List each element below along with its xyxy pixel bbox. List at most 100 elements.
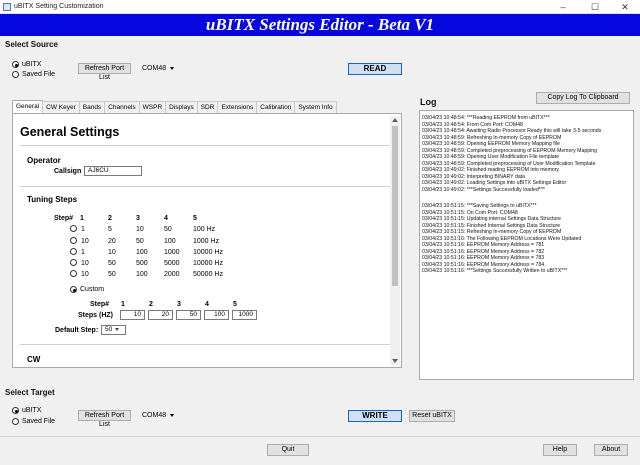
preset-value: 10 xyxy=(136,226,144,233)
tab-cw-keyer[interactable]: CW Keyer xyxy=(42,101,80,113)
step-number-label: Step# xyxy=(54,215,74,222)
radio-empty-icon xyxy=(70,225,77,232)
preset-value: 100 xyxy=(136,249,148,256)
preset-radio-4[interactable] xyxy=(70,259,77,266)
custom-step-input-1[interactable]: 10 xyxy=(120,310,145,320)
preset-value: 50 xyxy=(136,238,144,245)
source-refresh-port-button[interactable]: Refresh Port List xyxy=(78,63,131,81)
source-option-label: Saved File xyxy=(22,71,56,78)
custom-step-input-5[interactable]: 1000 xyxy=(232,310,257,320)
preset-value: 10 xyxy=(81,271,89,278)
log-line: 03/04/23 10:49:02: ***Settings Successfu… xyxy=(422,186,545,193)
preset-radio-3[interactable] xyxy=(70,248,77,255)
callsign-field[interactable]: AJ6CU xyxy=(84,166,142,176)
log-line: 03/04/23 10:48:59: Refreshing In-memory … xyxy=(422,134,562,141)
write-button[interactable]: WRITE xyxy=(348,410,402,422)
custom-step-input-3[interactable]: 50 xyxy=(176,310,201,320)
radio-empty-icon xyxy=(70,237,77,244)
radio-selected-icon xyxy=(70,286,77,293)
tab-channels[interactable]: Channels xyxy=(104,101,140,113)
log-line: 03/04/23 10:49:02: Loading Settings into… xyxy=(422,180,567,186)
preset-value: 1000 xyxy=(164,249,180,256)
tab-general[interactable]: General xyxy=(12,100,44,113)
log-line: 03/04/23 10:48:59: Completed preprocessi… xyxy=(422,147,598,154)
log-line: 03/04/23 10:51:16: EEPROM Memory Address… xyxy=(422,242,545,248)
preset-radio-5[interactable] xyxy=(70,270,77,277)
minimize-icon[interactable]: – xyxy=(548,0,578,14)
preset-value: 1 xyxy=(81,226,85,233)
divider xyxy=(20,186,390,187)
source-radio-ubitx[interactable]: uBITX xyxy=(12,61,41,68)
operator-heading: Operator xyxy=(27,156,61,165)
log-line: 03/04/23 10:51:15: ***Saving Settings to… xyxy=(422,203,537,209)
read-button[interactable]: READ xyxy=(348,63,402,75)
panel-scrollbar[interactable] xyxy=(390,116,400,365)
tab-extensions[interactable]: Extensions xyxy=(217,101,258,113)
default-step-select[interactable]: 50 xyxy=(101,325,126,335)
footer-divider xyxy=(0,436,640,437)
target-radio-saved-file[interactable]: Saved File xyxy=(12,418,55,425)
custom-step-input-2[interactable]: 20 xyxy=(148,310,173,320)
target-port-select[interactable]: COM48 xyxy=(142,412,175,419)
custom-step-input-4[interactable]: 100 xyxy=(204,310,229,320)
step-col-3: 3 xyxy=(136,215,140,222)
tab-sdr[interactable]: SDR xyxy=(196,101,219,113)
help-button[interactable]: Help xyxy=(543,444,577,456)
preset-value: 1000 Hz xyxy=(193,238,220,245)
log-line: 03/04/23 10:49:02: Finished reading EEPR… xyxy=(422,167,559,173)
scroll-up-icon[interactable] xyxy=(392,118,398,122)
log-line: 03/04/23 10:48:54: Awaiting Radio Proces… xyxy=(422,128,602,134)
source-radio-saved-file[interactable]: Saved File xyxy=(12,71,55,78)
preset-radio-custom[interactable]: Custom xyxy=(70,286,104,293)
preset-value: 100 Hz xyxy=(193,226,216,233)
target-radio-ubitx[interactable]: uBITX xyxy=(12,407,41,414)
preset-value: 2000 xyxy=(164,271,180,278)
copy-log-button[interactable]: Copy Log To Clipboard xyxy=(536,92,630,104)
log-line: 03/04/23 10:51:16: EEPROM Memory Address… xyxy=(422,255,545,261)
about-button[interactable]: About xyxy=(594,444,628,456)
tab-displays[interactable]: Displays xyxy=(165,101,198,113)
preset-value: 10 xyxy=(108,249,116,256)
target-option-label: uBITX xyxy=(22,407,42,414)
log-line: 03/04/23 10:51:16: EEPROM Memory Address… xyxy=(422,248,545,255)
preset-value: 10000 Hz xyxy=(193,249,223,256)
log-line: 03/04/23 10:51:16: The Following EEPROM … xyxy=(422,235,582,242)
source-option-label: uBITX xyxy=(22,61,42,68)
tab-wspr[interactable]: WSPR xyxy=(138,101,167,113)
custom-step-label: Step# xyxy=(90,301,110,308)
custom-label: Custom xyxy=(80,286,105,293)
preset-value: 5000 xyxy=(164,260,180,267)
preset-value: 10 xyxy=(81,260,89,267)
target-refresh-port-button[interactable]: Refresh Port List xyxy=(78,410,131,428)
custom-col-3: 3 xyxy=(177,301,181,308)
preset-value: 1 xyxy=(81,249,85,256)
log-line: 03/04/23 10:48:59: Opening User Modifica… xyxy=(422,154,559,160)
tab-system-info[interactable]: System Info xyxy=(294,101,337,113)
log-output[interactable]: 03/04/23 10:48:54: ***Reading EEPROM fro… xyxy=(419,110,634,380)
preset-radio-1[interactable] xyxy=(70,225,77,232)
log-line: 03/04/23 10:48:59: Completed preprocessi… xyxy=(422,160,596,167)
preset-value: 100 xyxy=(164,238,176,245)
step-col-1: 1 xyxy=(80,215,84,222)
chevron-down-icon xyxy=(170,413,175,417)
source-port-select[interactable]: COM48 xyxy=(142,65,175,72)
scroll-thumb[interactable] xyxy=(392,126,398,286)
radio-empty-icon xyxy=(12,71,19,78)
scroll-down-icon[interactable] xyxy=(392,359,398,363)
close-icon[interactable]: ✕ xyxy=(610,0,640,14)
log-line: 03/04/23 10:51:15: Updating internal Set… xyxy=(422,216,562,222)
tab-bands[interactable]: Bands xyxy=(78,101,106,113)
reset-ubitx-button[interactable]: Reset uBITX xyxy=(409,410,455,422)
preset-value: 50 xyxy=(164,226,172,233)
default-step-label: Default Step: xyxy=(55,327,99,334)
quit-button[interactable]: Quit xyxy=(267,444,309,456)
log-line: 03/04/23 10:51:15: Refreshing In-memory … xyxy=(422,229,562,235)
log-line: 03/04/23 10:48:54: ***Reading EEPROM fro… xyxy=(422,115,550,121)
preset-value: 10000 Hz xyxy=(193,260,223,267)
cw-heading: CW xyxy=(27,355,41,364)
divider xyxy=(20,145,390,146)
maximize-icon[interactable]: ☐ xyxy=(580,0,610,14)
tab-calibration[interactable]: Calibration xyxy=(256,101,296,113)
preset-radio-2[interactable] xyxy=(70,237,77,244)
select-source-title: Select Source xyxy=(5,40,58,49)
